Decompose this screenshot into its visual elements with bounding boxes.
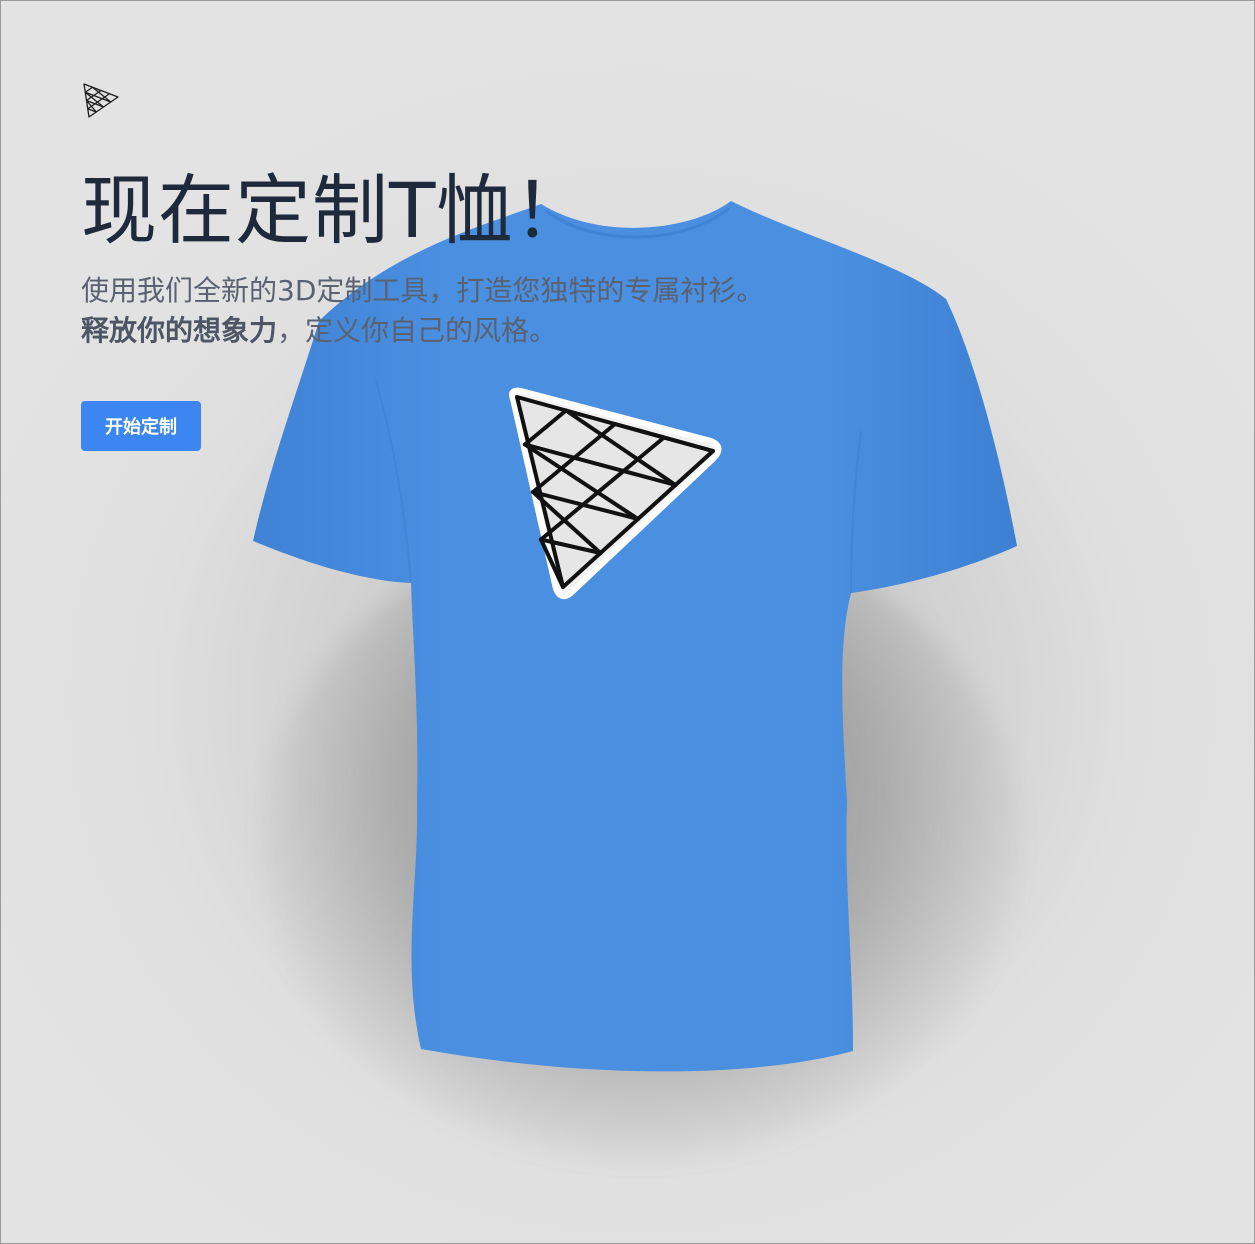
start-customizing-button[interactable]: 开始定制 (81, 401, 201, 451)
subtitle-line-2: 释放你的想象力，定义你自己的风格。 (81, 311, 764, 351)
subtitle-line-1: 使用我们全新的3D定制工具，打造您独特的专属衬衫。 (81, 274, 765, 307)
page-title: 现在定制T恤！ (81, 166, 591, 255)
subtitle-line-2-rest: ，定义你自己的风格。 (277, 314, 558, 347)
hero-subtitle: 使用我们全新的3D定制工具，打造您独特的专属衬衫。 释放你的想象力，定义你自己的… (81, 271, 764, 351)
canvas-stage[interactable]: 现在定制T恤！ 使用我们全新的3D定制工具，打造您独特的专属衬衫。 释放你的想象… (0, 0, 1255, 1244)
subtitle-emphasis: 释放你的想象力 (81, 314, 278, 347)
triangle-mesh-icon[interactable] (81, 81, 121, 121)
